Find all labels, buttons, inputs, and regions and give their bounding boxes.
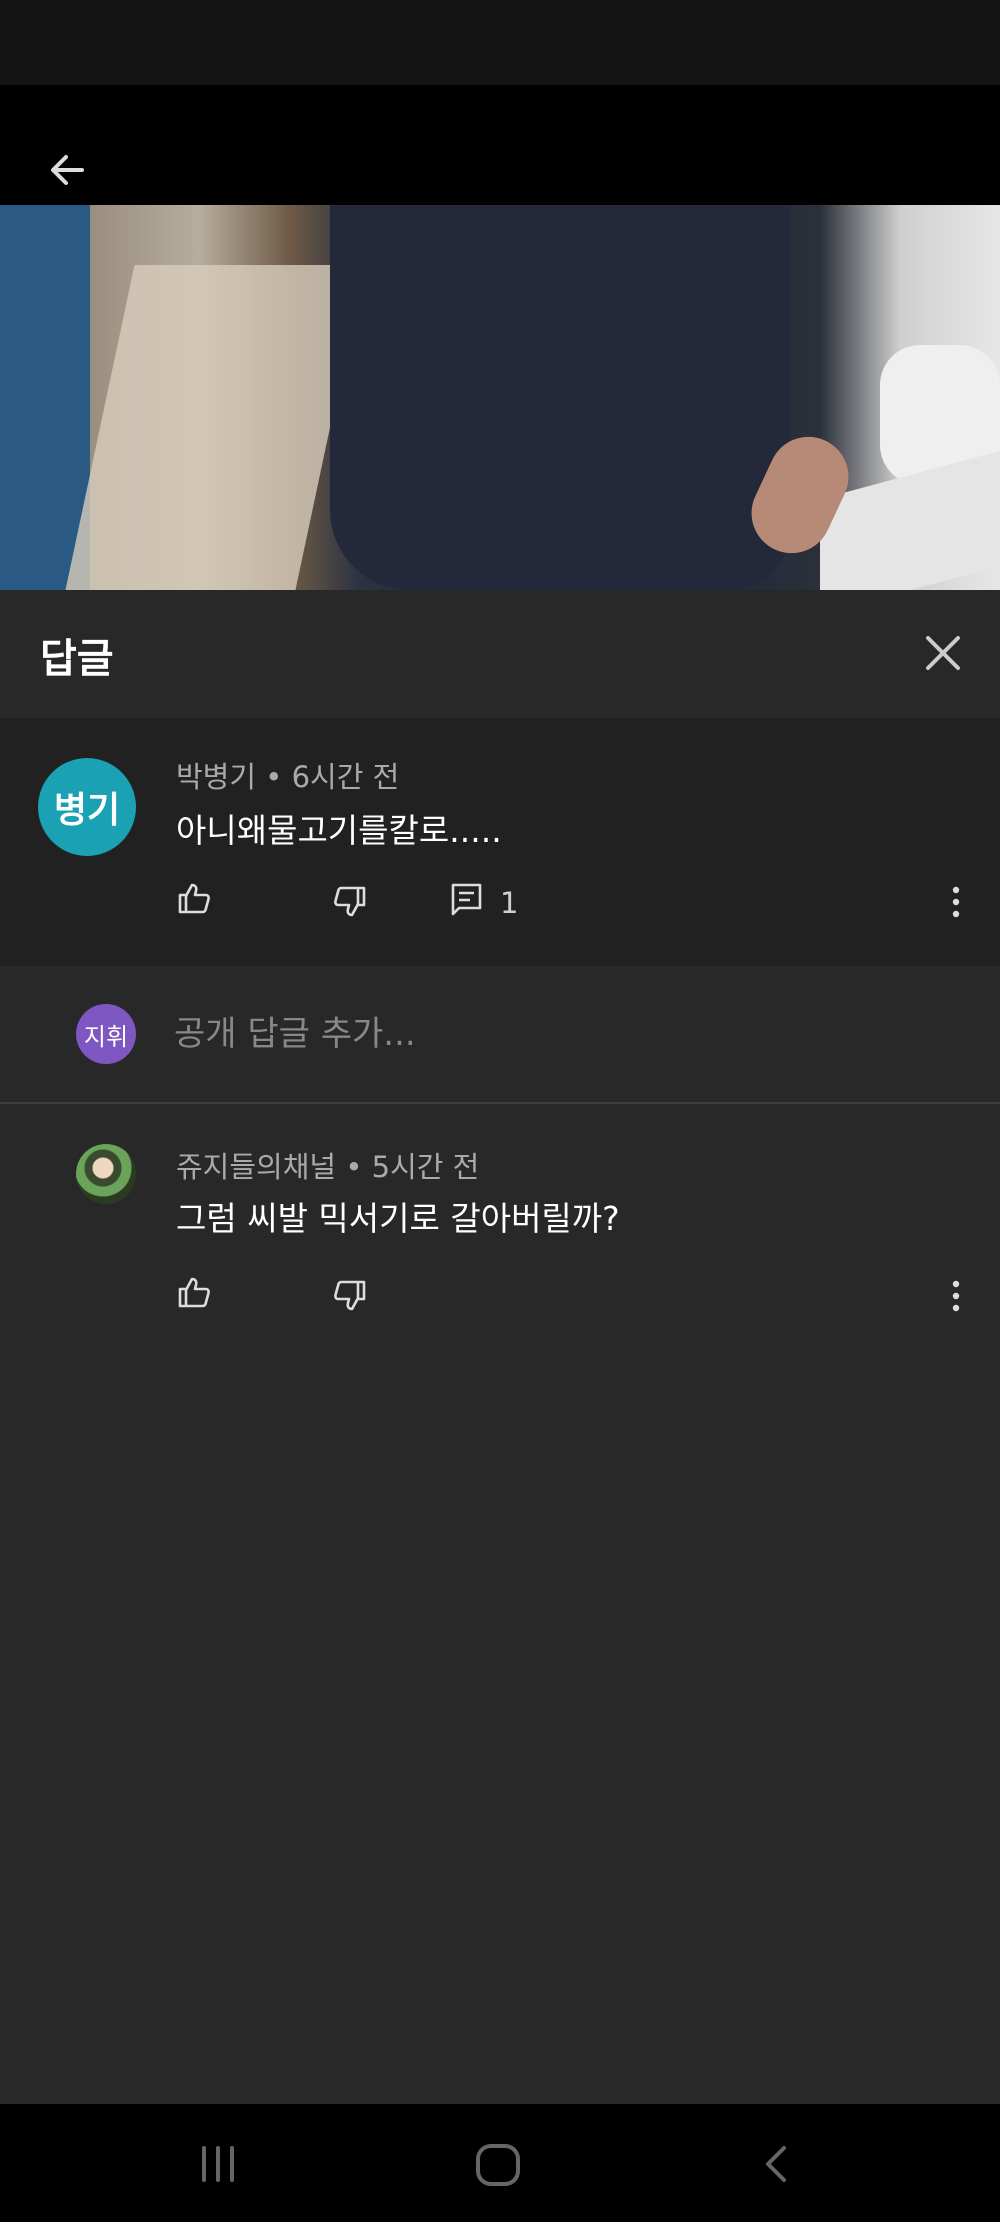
meta-separator: • bbox=[345, 1150, 363, 1184]
close-icon bbox=[926, 636, 960, 670]
dislike-button[interactable] bbox=[332, 1278, 368, 1318]
user-avatar: 지휘 bbox=[76, 1004, 136, 1064]
comment-text: 아니왜물고기를칼로..... bbox=[176, 811, 502, 850]
comment-meta: 박병기 • 6시간 전 bbox=[176, 754, 399, 796]
reply-item: 쥬지들의채널 • 5시간 전 그럼 씨발 믹서기로 갈아버릴까? bbox=[0, 1104, 1000, 1354]
system-nav-bar bbox=[0, 2104, 1000, 2222]
avatar[interactable] bbox=[76, 1144, 136, 1204]
recent-apps-button[interactable] bbox=[196, 2144, 240, 2188]
replies-button[interactable] bbox=[450, 882, 484, 922]
more-options-button[interactable] bbox=[948, 1278, 964, 1318]
meta-separator: • bbox=[265, 760, 283, 794]
more-options-button[interactable] bbox=[948, 884, 964, 924]
comment-author[interactable]: 박병기 bbox=[176, 760, 256, 794]
thumbs-down-icon bbox=[334, 886, 366, 917]
home-button[interactable] bbox=[474, 2142, 522, 2192]
replies-header: 답글 bbox=[0, 590, 1000, 718]
recent-apps-icon bbox=[202, 2146, 234, 2182]
status-bar bbox=[0, 0, 1000, 85]
video-top-bar bbox=[0, 85, 1000, 205]
system-back-button[interactable] bbox=[760, 2144, 790, 2188]
main-comment: 병기 박병기 • 6시간 전 아니왜물고기를칼로..... 1 bbox=[0, 718, 1000, 966]
comment-author[interactable]: 쥬지들의채널 bbox=[176, 1150, 336, 1184]
back-button[interactable] bbox=[38, 140, 98, 200]
reply-input[interactable] bbox=[174, 1010, 934, 1058]
close-button[interactable] bbox=[918, 628, 968, 678]
video-frame bbox=[0, 205, 1000, 590]
video-player[interactable] bbox=[0, 85, 1000, 590]
comment-meta: 쥬지들의채널 • 5시간 전 bbox=[176, 1144, 479, 1186]
thumbs-up-icon bbox=[178, 883, 210, 914]
back-icon bbox=[766, 2146, 786, 2182]
dislike-button[interactable] bbox=[332, 884, 368, 924]
thumbs-up-icon bbox=[178, 1277, 210, 1308]
comment-time: 5시간 전 bbox=[371, 1150, 480, 1184]
comment-time: 6시간 전 bbox=[291, 760, 400, 794]
back-arrow-icon bbox=[51, 155, 84, 185]
comment-text: 그럼 씨발 믹서기로 갈아버릴까? bbox=[176, 1199, 620, 1238]
home-icon bbox=[476, 2144, 520, 2186]
comment-icon bbox=[451, 883, 482, 916]
video-board-shape bbox=[65, 265, 365, 590]
add-reply-row: 지휘 bbox=[0, 966, 1000, 1102]
like-button[interactable] bbox=[176, 880, 212, 920]
video-person-shape bbox=[330, 205, 790, 590]
avatar[interactable]: 병기 bbox=[38, 758, 136, 856]
panel-title: 답글 bbox=[40, 636, 114, 682]
like-button[interactable] bbox=[176, 1274, 212, 1314]
reply-count: 1 bbox=[500, 886, 519, 920]
thumbs-down-icon bbox=[334, 1280, 366, 1311]
more-vert-icon bbox=[952, 886, 960, 918]
more-vert-icon bbox=[952, 1280, 960, 1312]
